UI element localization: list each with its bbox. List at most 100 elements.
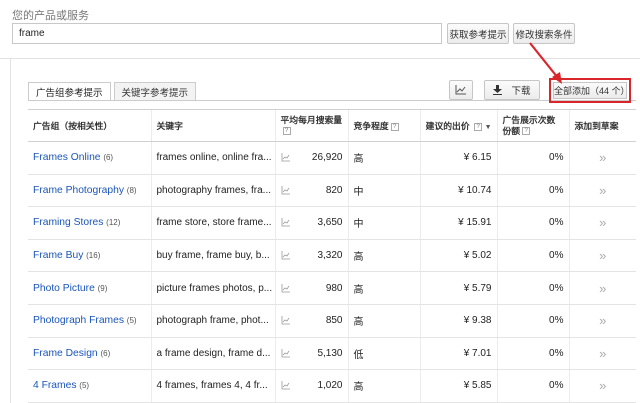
group-link[interactable]: 4 Frames <box>33 380 77 391</box>
group-link[interactable]: Framing Stores <box>33 217 103 228</box>
tab-underline <box>28 100 636 101</box>
share-cell: 0% <box>496 174 569 208</box>
table-row: Frame Photography (8) photography frames… <box>28 174 636 208</box>
bid-cell: ¥ 15.91 <box>419 206 497 240</box>
product-search-input[interactable] <box>12 23 442 44</box>
bid-cell: ¥ 5.79 <box>419 271 497 305</box>
group-cell: Frame Design (6) <box>28 337 151 371</box>
searches-value: 3,650 <box>317 217 343 229</box>
add-to-plan-icon[interactable]: » <box>568 239 636 273</box>
chart-button[interactable] <box>449 80 473 100</box>
group-cell: Photo Picture (9) <box>28 271 151 305</box>
competition-cell: 高 <box>347 141 420 175</box>
col-header-add-label: 添加到草案 <box>574 121 619 131</box>
group-cell: Frames Online (6) <box>28 141 151 175</box>
add-to-plan-icon[interactable]: » <box>568 304 636 338</box>
trend-chart-icon[interactable] <box>281 153 291 162</box>
group-count: (16) <box>86 251 101 261</box>
searches-value: 980 <box>325 282 343 294</box>
tab-ad-group-ideas[interactable]: 广告组参考提示 <box>28 82 111 101</box>
group-link[interactable]: Frame Photography <box>33 185 124 196</box>
add-to-plan-icon[interactable]: » <box>568 369 636 403</box>
bid-cell: ¥ 10.74 <box>419 174 497 208</box>
searches-value: 1,020 <box>317 380 343 392</box>
group-link[interactable]: Photo Picture <box>33 283 95 294</box>
bid-cell: ¥ 9.38 <box>419 304 497 338</box>
searches-cell: 5,130 <box>274 337 348 371</box>
group-count: (9) <box>97 283 108 293</box>
add-to-plan-icon[interactable]: » <box>568 174 636 208</box>
add-to-plan-icon[interactable]: » <box>568 337 636 371</box>
trend-chart-icon[interactable] <box>281 185 291 195</box>
add-to-plan-icon[interactable]: » <box>568 206 636 240</box>
searches-value: 3,320 <box>317 250 343 262</box>
help-icon[interactable]: ? <box>390 122 399 131</box>
group-count: (12) <box>106 218 121 228</box>
table-row: Framing Stores (12) frame store, store f… <box>28 206 636 240</box>
keywords-cell: picture frames photos, p... <box>150 271 275 305</box>
group-count: (8) <box>126 185 137 195</box>
col-header-suggested-bid[interactable]: 建议的出价 ? ▼ <box>419 109 497 142</box>
group-count: (5) <box>79 381 90 391</box>
table-row: 4 Frames (5) 4 frames, frames 4, 4 fr...… <box>28 369 636 403</box>
col-header-competition[interactable]: 竞争程度? <box>347 109 420 142</box>
col-header-impression-share[interactable]: 广告展示次数份额? <box>496 109 569 142</box>
tab-keyword-ideas[interactable]: 关键字参考提示 <box>113 82 197 101</box>
share-cell: 0% <box>496 337 569 371</box>
group-count: (6) <box>103 153 114 163</box>
col-header-monthly-searches[interactable]: 平均每月搜索量? <box>274 109 348 142</box>
table-row: Photograph Frames (5) photograph frame, … <box>28 304 636 338</box>
help-icon[interactable]: ? <box>282 127 291 136</box>
searches-cell: 1,020 <box>274 369 348 403</box>
keywords-cell: a frame design, frame d... <box>150 337 275 371</box>
competition-cell: 高 <box>347 271 420 305</box>
add-to-plan-icon[interactable]: » <box>568 141 636 175</box>
searches-cell: 820 <box>274 174 348 208</box>
col-header-group[interactable]: 广告组（按相关性） <box>28 109 151 142</box>
col-header-group-label: 广告组（按相关性） <box>33 121 113 131</box>
table-row: Frame Design (6) a frame design, frame d… <box>28 337 636 371</box>
sort-desc-icon: ▼ <box>484 124 492 131</box>
table-header-row: 广告组（按相关性） 关键字 平均每月搜索量? 竞争程度? 建议的出价 ? ▼ 广… <box>28 109 636 142</box>
trend-chart-icon[interactable] <box>281 218 291 227</box>
help-icon[interactable]: ? <box>522 127 531 136</box>
share-cell: 0% <box>496 369 569 403</box>
group-cell: 4 Frames (5) <box>28 369 151 403</box>
trend-chart-icon[interactable] <box>281 381 291 390</box>
keywords-cell: photography frames, fra... <box>150 174 275 208</box>
group-cell: Frame Photography (8) <box>28 174 151 208</box>
col-header-competition-label: 竞争程度 <box>353 121 389 131</box>
share-cell: 0% <box>496 206 569 240</box>
group-link[interactable]: Frame Design <box>33 348 98 359</box>
help-icon[interactable]: ? <box>474 122 483 131</box>
trend-chart-icon[interactable] <box>281 251 291 260</box>
searches-cell: 850 <box>274 304 348 338</box>
add-to-plan-icon[interactable]: » <box>568 271 636 305</box>
tab-bar: 广告组参考提示 关键字参考提示 <box>28 82 199 101</box>
bid-cell: ¥ 6.15 <box>419 141 497 175</box>
group-link[interactable]: Frame Buy <box>33 250 83 261</box>
table-row: Photo Picture (9) picture frames photos,… <box>28 271 636 305</box>
share-cell: 0% <box>496 304 569 338</box>
trend-chart-icon[interactable] <box>281 348 291 358</box>
bid-cell: ¥ 5.85 <box>419 369 497 403</box>
left-divider <box>10 59 11 403</box>
table-row: Frames Online (6) frames online, online … <box>28 141 636 175</box>
group-link[interactable]: Photograph Frames <box>33 315 124 326</box>
col-header-keywords: 关键字 <box>150 109 275 142</box>
share-cell: 0% <box>496 239 569 273</box>
trend-chart-icon[interactable] <box>281 316 291 325</box>
group-cell: Frame Buy (16) <box>28 239 151 273</box>
share-cell: 0% <box>496 271 569 305</box>
line-chart-icon <box>455 85 466 95</box>
group-link[interactable]: Frames Online <box>33 152 101 163</box>
col-header-suggested-bid-label: 建议的出价 <box>425 121 470 131</box>
searches-cell: 26,920 <box>274 141 348 175</box>
searches-value: 820 <box>325 184 343 196</box>
keywords-cell: photograph frame, phot... <box>150 304 275 338</box>
searches-cell: 3,320 <box>274 239 348 273</box>
group-count: (6) <box>100 348 111 358</box>
competition-cell: 低 <box>347 337 420 371</box>
trend-chart-icon[interactable] <box>281 283 291 293</box>
col-header-keywords-label: 关键字 <box>156 121 183 131</box>
